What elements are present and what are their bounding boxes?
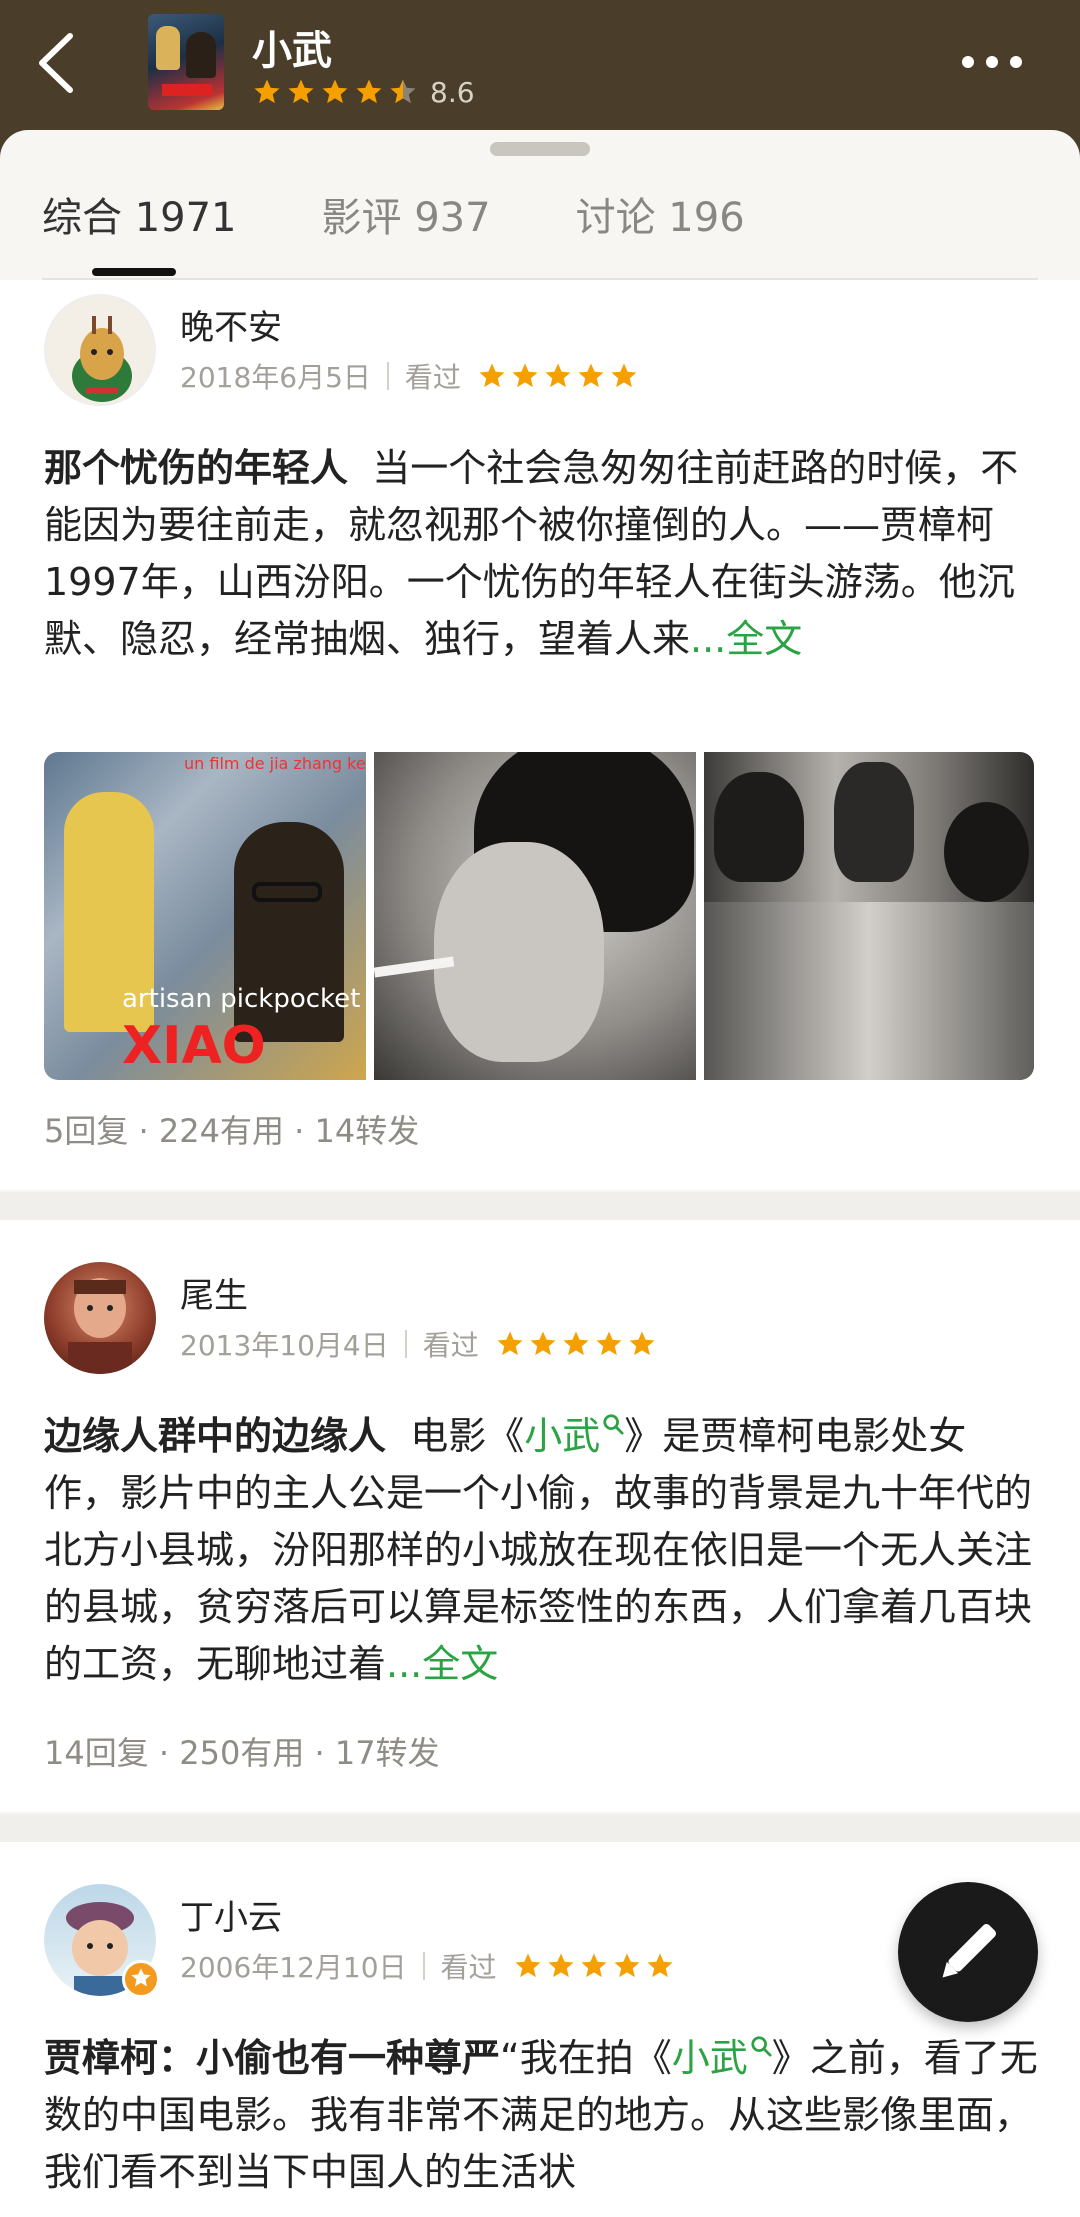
- read-more-link[interactable]: ...全文: [386, 1642, 498, 1686]
- tab-overview[interactable]: 综合 1971: [42, 185, 237, 245]
- review-date: 2013年10月4日: [180, 1329, 389, 1362]
- review-stats: 5回复 · 224有用 · 14转发: [44, 1112, 420, 1150]
- watch-status: 看过: [422, 1329, 479, 1362]
- review-meta: 2006年12月10日 看过: [180, 1946, 678, 1986]
- movie-poster-thumbnail[interactable]: [148, 14, 224, 110]
- tab-bar: 综合 1971 影评 937 讨论 196: [42, 185, 830, 245]
- review-excerpt[interactable]: 贾樟柯：小偷也有一种尊严“我在拍《小武 》之前，看了无数的中国电影。我有非常不满足…: [44, 2030, 1040, 2201]
- star-icon: [254, 79, 280, 104]
- star-icon: [578, 363, 604, 388]
- avatar[interactable]: [44, 1262, 156, 1374]
- movie-rating: 8.6: [252, 74, 475, 110]
- movie-link[interactable]: 小武: [524, 1414, 624, 1458]
- star-icon: [548, 1953, 574, 1978]
- rating-score: 8.6: [430, 75, 475, 109]
- review-meta: 2013年10月4日 看过: [180, 1324, 660, 1364]
- review-image[interactable]: un film de jia zhang ke artisan pickpock…: [44, 752, 366, 1080]
- review-stars: [477, 361, 642, 391]
- pencil-icon: [942, 1923, 997, 1978]
- avatar[interactable]: [44, 294, 156, 406]
- username[interactable]: 尾生: [180, 1268, 248, 1317]
- drag-handle[interactable]: [490, 142, 590, 156]
- avatar[interactable]: [44, 1884, 160, 1998]
- star-icon: [614, 1953, 640, 1978]
- review-title: 贾樟柯：小偷也有一种尊严: [44, 2036, 501, 2080]
- tab-discussions[interactable]: 讨论 196: [576, 185, 745, 245]
- star-icon: [530, 1331, 556, 1356]
- username[interactable]: 晚不安: [180, 300, 282, 349]
- star-icon: [288, 79, 314, 104]
- review-image[interactable]: [374, 752, 696, 1080]
- badge-icon: [122, 1960, 160, 1998]
- review-title: 那个忧伤的年轻人: [44, 446, 349, 490]
- review-stats: 14回复 · 250有用 · 17转发: [44, 1734, 440, 1772]
- star-icon: [515, 1953, 541, 1978]
- movie-title: 小武: [252, 28, 332, 74]
- review-card[interactable]: 尾生 2013年10月4日 看过 边缘人群中的边缘人 电影《小武 》是贾樟柯电影处…: [0, 1220, 1080, 1812]
- star-icon: [512, 363, 538, 388]
- active-tab-indicator: [92, 268, 176, 276]
- review-stars: [513, 1951, 678, 1981]
- star-icon: [647, 1953, 673, 1978]
- star-icon: [322, 79, 348, 104]
- review-title: 边缘人群中的边缘人: [44, 1414, 387, 1458]
- tab-reviews[interactable]: 影评 937: [322, 185, 491, 245]
- star-icon: [629, 1331, 655, 1356]
- review-date: 2018年6月5日: [180, 361, 371, 394]
- search-icon: [603, 1414, 624, 1435]
- top-bar: 小武 8.6: [0, 0, 1080, 140]
- card-separator: [0, 1192, 1080, 1220]
- half-star-icon: [390, 79, 416, 104]
- watch-status: 看过: [440, 1951, 497, 1984]
- back-arrow-icon[interactable]: [30, 28, 90, 98]
- review-stars: [495, 1329, 660, 1359]
- star-icon: [581, 1953, 607, 1978]
- search-icon: [751, 2036, 772, 2057]
- review-image[interactable]: [704, 752, 1034, 1080]
- card-separator: [0, 1814, 1080, 1842]
- read-more-link[interactable]: ...全文: [690, 617, 802, 661]
- write-review-button[interactable]: [898, 1882, 1038, 2022]
- star-icon: [497, 1331, 523, 1356]
- star-icon: [596, 1331, 622, 1356]
- username[interactable]: 丁小云: [180, 1890, 282, 1939]
- review-excerpt[interactable]: 边缘人群中的边缘人 电影《小武 》是贾樟柯电影处女作，影片中的主人公是一个小偷，故…: [44, 1408, 1040, 1693]
- watch-status: 看过: [404, 361, 461, 394]
- more-dots-icon[interactable]: [962, 52, 1022, 72]
- review-date: 2006年12月10日: [180, 1951, 407, 1984]
- review-meta: 2018年6月5日 看过: [180, 356, 642, 396]
- star-icon: [356, 79, 382, 104]
- review-excerpt[interactable]: 那个忧伤的年轻人 当一个社会急匆匆往前赶路的时候，不能因为要往前走，就忽视那个被…: [44, 440, 1040, 668]
- movie-link[interactable]: 小武: [672, 2036, 772, 2080]
- star-icon: [545, 363, 571, 388]
- star-icon: [563, 1331, 589, 1356]
- star-icon: [479, 363, 505, 388]
- star-icon: [611, 363, 637, 388]
